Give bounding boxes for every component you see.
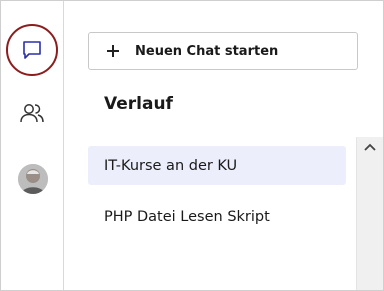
- users-nav-button[interactable]: [6, 87, 58, 139]
- users-icon: [20, 104, 44, 123]
- new-chat-button[interactable]: Neuen Chat starten: [88, 32, 358, 70]
- history-heading: Verlauf: [104, 94, 173, 114]
- history-list: IT-Kurse an der KU PHP Datei Lesen Skrip…: [88, 146, 346, 248]
- history-scrollbar[interactable]: [356, 137, 383, 290]
- chat-bubble-icon: [23, 41, 41, 59]
- user-avatar[interactable]: [18, 164, 48, 194]
- chat-nav-button[interactable]: [6, 24, 58, 76]
- chevron-up-icon: [364, 143, 376, 151]
- main-panel: Neuen Chat starten Verlauf IT-Kurse an d…: [64, 0, 384, 291]
- new-chat-label: Neuen Chat starten: [135, 43, 279, 59]
- history-item[interactable]: IT-Kurse an der KU: [88, 146, 346, 185]
- history-item-label: PHP Datei Lesen Skript: [104, 208, 270, 225]
- history-item-label: IT-Kurse an der KU: [104, 157, 238, 174]
- plus-icon: [105, 43, 121, 59]
- icon-rail: [1, 1, 64, 290]
- scroll-up-button[interactable]: [363, 141, 377, 153]
- history-item[interactable]: PHP Datei Lesen Skript: [88, 197, 346, 236]
- avatar-photo-icon: [18, 164, 48, 194]
